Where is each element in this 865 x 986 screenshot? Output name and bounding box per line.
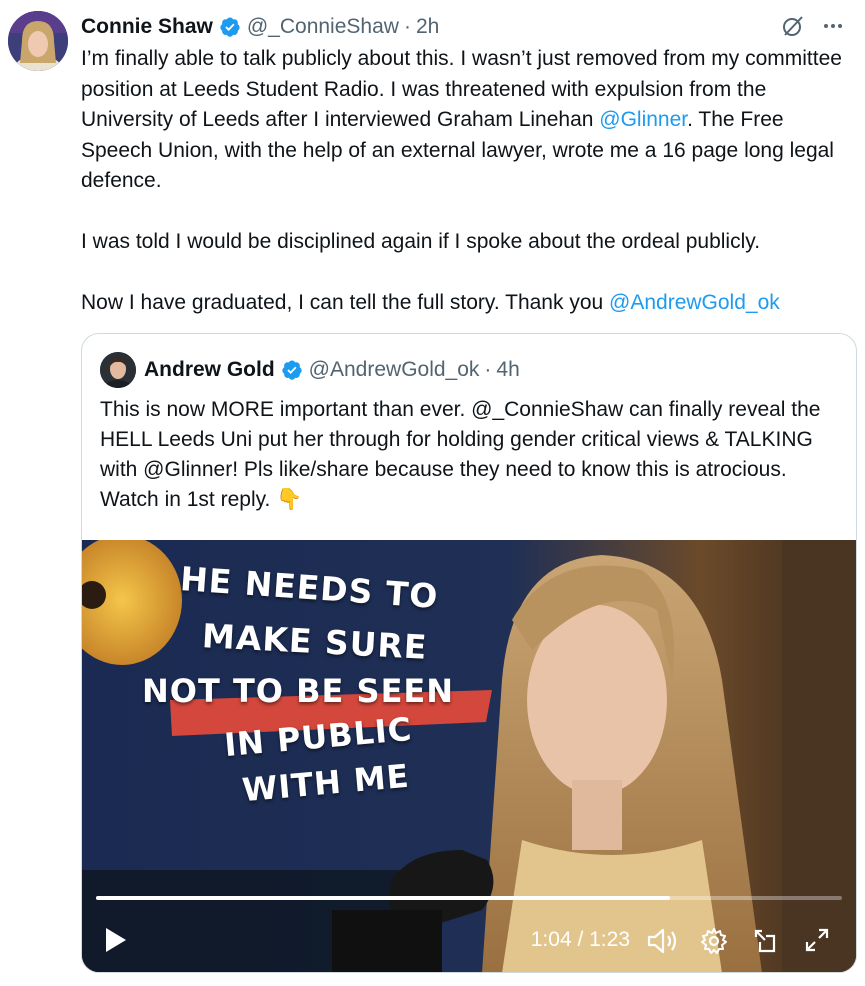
play-icon[interactable] xyxy=(102,926,128,954)
author-name[interactable]: Connie Shaw xyxy=(81,15,213,39)
video-timecode: 1:04 / 1:23 xyxy=(530,928,630,951)
author-handle[interactable]: @_ConnieShaw xyxy=(247,15,399,39)
separator-dot: · xyxy=(484,358,492,381)
overlay-line-3: NOT TO BE SEEN xyxy=(142,672,455,710)
separator-dot: · xyxy=(403,15,411,38)
video-frame xyxy=(82,540,856,972)
author-avatar[interactable] xyxy=(8,11,68,71)
quote-time[interactable]: 4h xyxy=(496,358,519,382)
fullscreen-icon[interactable] xyxy=(804,927,830,953)
video-progress-fill xyxy=(96,896,671,900)
mention-link[interactable]: @AndrewGold_ok xyxy=(609,291,780,314)
quote-header: Andrew Gold @AndrewGold_ok · 4h xyxy=(100,352,520,388)
tweet-text: I’m finally able to talk publicly about … xyxy=(81,44,851,319)
tweet-header: Connie Shaw @_ConnieShaw · 2h xyxy=(81,12,845,42)
pointing-down-emoji: 👇 xyxy=(276,488,303,511)
verified-badge-icon xyxy=(281,359,303,381)
quote-author-name[interactable]: Andrew Gold xyxy=(144,358,275,382)
quote-author-avatar[interactable] xyxy=(100,352,136,388)
volume-icon[interactable] xyxy=(646,927,678,955)
video-player[interactable]: HE NEEDS TO MAKE SURE NOT TO BE SEEN IN … xyxy=(82,540,856,972)
video-controls: 1:04 / 1:23 xyxy=(82,920,856,964)
tweet-time[interactable]: 2h xyxy=(416,15,439,39)
more-icon[interactable] xyxy=(821,14,845,44)
quoted-tweet[interactable]: Andrew Gold @AndrewGold_ok · 4h This is … xyxy=(81,333,857,973)
quote-text: This is now MORE important than ever. @_… xyxy=(100,395,840,515)
video-progress-bar[interactable] xyxy=(96,896,842,900)
grok-icon[interactable] xyxy=(781,14,805,44)
quote-text-body: This is now MORE important than ever. @_… xyxy=(100,398,821,511)
popout-icon[interactable] xyxy=(752,927,780,955)
mention-link[interactable]: @Glinner xyxy=(599,108,687,131)
tweet-text-part: Now I have graduated, I can tell the ful… xyxy=(81,291,610,314)
verified-badge-icon xyxy=(219,16,241,38)
quote-author-handle[interactable]: @AndrewGold_ok xyxy=(309,358,480,382)
tweet-text-part: I was told I would be disciplined again … xyxy=(81,230,761,253)
gear-icon[interactable] xyxy=(700,927,728,955)
